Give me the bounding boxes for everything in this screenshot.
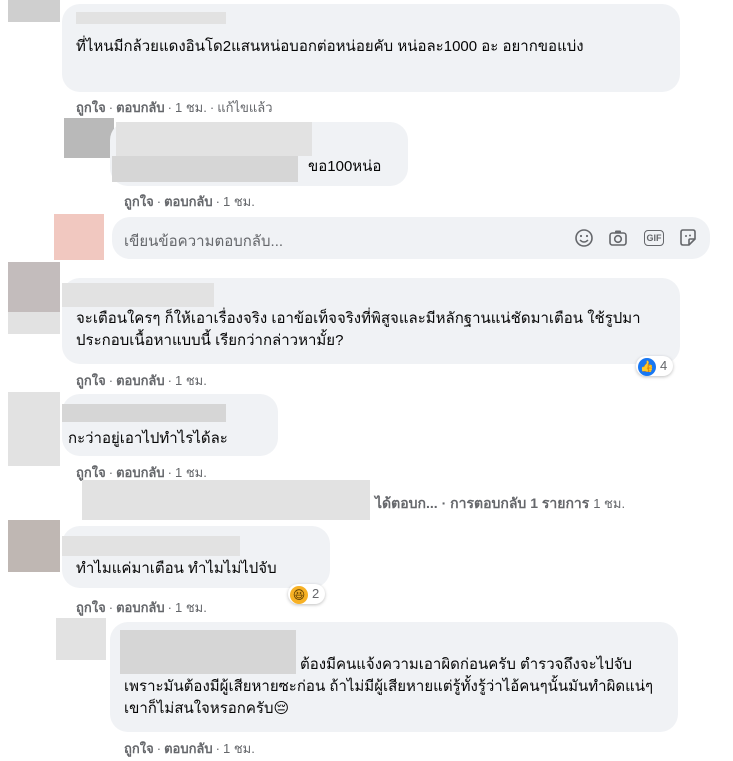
- comment-actions: ถูกใจ · ตอบกลับ · 1 ชม. · แก้ไขแล้ว: [76, 100, 273, 115]
- avatar[interactable]: [8, 0, 60, 22]
- reply-link[interactable]: ตอบกลับ: [164, 194, 213, 209]
- author-name-redacted[interactable]: [76, 12, 226, 24]
- comment-bubble: ขอ100หน่อ: [110, 122, 408, 186]
- avatar-lower-redacted: [8, 312, 60, 334]
- comment-actions: ถูกใจ · ตอบกลับ · 1 ชม.: [124, 741, 255, 756]
- like-link[interactable]: ถูกใจ: [124, 194, 154, 209]
- haha-reaction-icon: 😆: [290, 585, 308, 604]
- like-link[interactable]: ถูกใจ: [76, 600, 106, 615]
- timestamp[interactable]: 1 ชม.: [175, 600, 207, 615]
- timestamp[interactable]: 1 ชม.: [223, 741, 255, 756]
- comment-text: ขอ100หน่อ: [308, 158, 382, 175]
- reaction-badge[interactable]: 👍 4: [636, 356, 674, 376]
- edited-label[interactable]: แก้ไขแล้ว: [217, 100, 272, 115]
- comment-text: ทำไมแค่มาเตือน ทำไมไม่ไปจับ: [76, 560, 277, 577]
- redacted-mention: [112, 156, 298, 182]
- comment-bubble: ที่ไหนมีกล้วยแดงอินโด2แสนหน่อบอกต่อหน่อย…: [62, 4, 680, 92]
- comment-bubble: จะเตือนใครๆ ก็ให้เอาเรื่องจริง เอาข้อเท็…: [62, 278, 680, 364]
- like-link[interactable]: ถูกใจ: [76, 100, 106, 115]
- timestamp[interactable]: 1 ชม.: [175, 465, 207, 480]
- timestamp[interactable]: 1 ชม.: [223, 194, 255, 209]
- reaction-badge[interactable]: 😆 2: [288, 584, 326, 604]
- comment-text: ที่ไหนมีกล้วยแดงอินโด2แสนหน่อบอกต่อหน่อย…: [76, 38, 584, 55]
- comment-bubble: ทำไมแค่มาเตือน ทำไมไม่ไปจับ: [62, 526, 330, 588]
- camera-icon[interactable]: [608, 228, 628, 248]
- avatar[interactable]: [56, 618, 106, 660]
- like-link[interactable]: ถูกใจ: [76, 373, 106, 388]
- author-name-redacted[interactable]: [116, 122, 312, 156]
- timestamp[interactable]: 1 ชม.: [175, 100, 207, 115]
- reply-input-placeholder: เขียนข้อความตอบกลับ...: [124, 233, 284, 250]
- reply-link[interactable]: ตอบกลับ: [116, 100, 165, 115]
- reaction-count: 4: [660, 358, 668, 373]
- author-name-redacted[interactable]: [62, 536, 240, 556]
- comment-text: ต้องมีคนแจ้งความเอาผิดก่อนครับ ตำรวจถึงจ…: [124, 656, 654, 717]
- comment-text: กะว่าอยู่เอาไปทำไรได้ละ: [68, 430, 228, 447]
- comment-text: จะเตือนใครๆ ก็ให้เอาเรื่องจริง เอาข้อเท็…: [76, 310, 641, 349]
- avatar[interactable]: [8, 392, 60, 466]
- avatar[interactable]: [8, 262, 60, 312]
- like-link[interactable]: ถูกใจ: [76, 465, 106, 480]
- timestamp[interactable]: 1 ชม.: [175, 373, 207, 388]
- emoji-icon[interactable]: [574, 228, 594, 248]
- reaction-count: 2: [312, 586, 320, 601]
- comment-bubble: กะว่าอยู่เอาไปทำไรได้ละ: [62, 394, 278, 456]
- like-link[interactable]: ถูกใจ: [124, 741, 154, 756]
- view-replies-prefix: ได้ตอบก...: [375, 495, 438, 511]
- view-replies-label: · การตอบกลับ 1 รายการ: [441, 495, 590, 511]
- avatar[interactable]: [8, 520, 60, 572]
- avatar[interactable]: [64, 118, 114, 158]
- reply-link[interactable]: ตอบกลับ: [164, 741, 213, 756]
- sticker-icon[interactable]: [678, 228, 698, 248]
- reply-input[interactable]: เขียนข้อความตอบกลับ... GIF: [112, 217, 710, 259]
- comment-actions: ถูกใจ · ตอบกลับ · 1 ชม.: [124, 194, 255, 209]
- reply-link[interactable]: ตอบกลับ: [116, 465, 165, 480]
- comment-actions: ถูกใจ · ตอบกลับ · 1 ชม.: [76, 373, 207, 388]
- author-name-redacted[interactable]: [62, 283, 214, 307]
- timestamp: 1 ชม.: [593, 496, 626, 511]
- current-user-avatar[interactable]: [54, 214, 104, 260]
- like-reaction-icon: 👍: [638, 357, 656, 376]
- comment-actions: ถูกใจ · ตอบกลับ · 1 ชม.: [76, 600, 207, 615]
- reply-avatar-redacted: [82, 480, 370, 520]
- reply-link[interactable]: ตอบกลับ: [116, 373, 165, 388]
- author-name-redacted[interactable]: [62, 404, 226, 422]
- view-replies-link[interactable]: ได้ตอบก... · การตอบกลับ 1 รายการ 1 ชม.: [375, 493, 625, 515]
- gif-icon[interactable]: GIF: [644, 230, 664, 246]
- reply-link[interactable]: ตอบกลับ: [116, 600, 165, 615]
- comment-bubble: ต้องมีคนแจ้งความเอาผิดก่อนครับ ตำรวจถึงจ…: [110, 622, 678, 732]
